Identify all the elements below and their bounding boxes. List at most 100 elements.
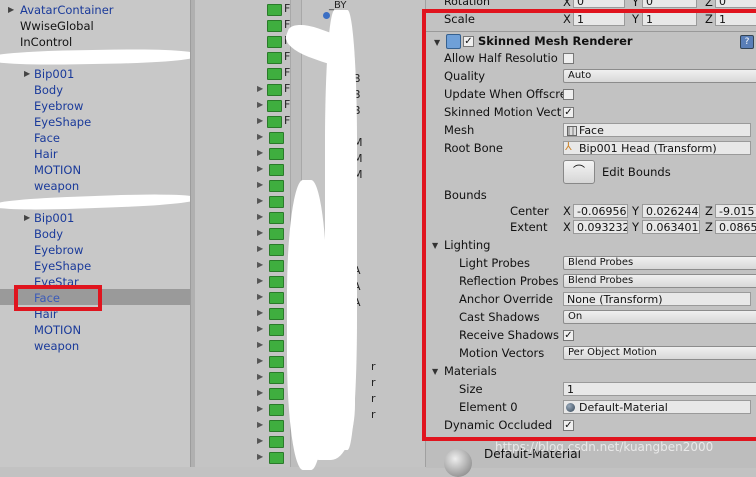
hierarchy-item-label: weapon xyxy=(34,339,80,353)
folder-expand-arrow-icon[interactable]: ▶ xyxy=(257,132,263,141)
axis-z-label: Z xyxy=(705,0,713,9)
folder-icon[interactable] xyxy=(267,20,282,32)
hierarchy-item-motion[interactable]: MOTION xyxy=(0,162,190,178)
folder-icon[interactable] xyxy=(269,244,284,256)
folder-expand-arrow-icon[interactable]: ▶ xyxy=(257,164,263,173)
folder-icon[interactable] xyxy=(269,196,284,208)
hierarchy-item-eyebrow[interactable]: Eyebrow xyxy=(0,242,190,258)
folder-expand-arrow-icon[interactable]: ▶ xyxy=(257,180,263,189)
folder-icon[interactable] xyxy=(269,228,284,240)
fold-arrow-icon[interactable]: ▶ xyxy=(24,210,30,226)
hierarchy-item-body[interactable]: Body xyxy=(0,226,190,242)
folder-icon[interactable] xyxy=(269,276,284,288)
folder-icon[interactable] xyxy=(267,116,282,128)
hierarchy-item-label: Face xyxy=(34,131,61,145)
folder-expand-arrow-icon[interactable]: ▶ xyxy=(257,84,263,93)
folder-expand-arrow-icon[interactable]: ▶ xyxy=(257,324,263,333)
hierarchy-item-label: Body xyxy=(34,227,64,241)
folder-expand-arrow-icon[interactable]: ▶ xyxy=(257,276,263,285)
folder-expand-arrow-icon[interactable]: ▶ xyxy=(257,100,263,109)
asset-dot-icon xyxy=(323,12,330,19)
folder-expand-arrow-icon[interactable]: ▶ xyxy=(257,228,263,237)
folder-expand-arrow-icon[interactable]: ▶ xyxy=(257,244,263,253)
rotation-y-field[interactable]: 0 xyxy=(642,0,697,8)
fold-arrow-icon[interactable]: ▶ xyxy=(24,66,30,82)
hierarchy-item-avatarcontainer[interactable]: ▶ AvatarContainer xyxy=(0,2,190,18)
folder-expand-arrow-icon[interactable]: ▶ xyxy=(257,148,263,157)
folder-icon[interactable] xyxy=(269,180,284,192)
folder-label: F xyxy=(284,98,291,111)
hierarchy-item-wwiseglobal[interactable]: WwiseGlobal xyxy=(0,18,190,34)
folder-expand-arrow-icon[interactable]: ▶ xyxy=(257,404,263,413)
folder-icon[interactable] xyxy=(269,404,284,416)
hierarchy-item-body[interactable]: Body xyxy=(0,82,190,98)
folder-icon[interactable] xyxy=(269,132,284,144)
folder-icon[interactable] xyxy=(267,68,282,80)
hierarchy-item-bip001[interactable]: ▶ Bip001 xyxy=(0,66,190,82)
hierarchy-item-eyeshape[interactable]: EyeShape xyxy=(0,114,190,130)
project-file-label: r xyxy=(371,376,376,389)
rotation-z-field[interactable]: 0 xyxy=(715,0,756,8)
folder-icon[interactable] xyxy=(269,388,284,400)
folder-icon[interactable] xyxy=(269,260,284,272)
folder-icon[interactable] xyxy=(269,420,284,432)
folder-icon[interactable] xyxy=(267,84,282,96)
folder-expand-arrow-icon[interactable]: ▶ xyxy=(257,116,263,125)
folder-icon[interactable] xyxy=(269,340,284,352)
redaction-scribble xyxy=(0,192,196,212)
fold-arrow-icon[interactable]: ▶ xyxy=(8,2,14,18)
hierarchy-item-face[interactable]: Face xyxy=(0,130,190,146)
hierarchy-item-label: Body xyxy=(34,83,64,97)
folder-icon[interactable] xyxy=(269,324,284,336)
hierarchy-item-bip001[interactable]: ▶ Bip001 xyxy=(0,210,190,226)
project-panel: FFFFF▶F▶F▶F▶▶▶▶▶▶▶▶▶▶▶▶▶▶▶▶▶▶▶▶▶ _BY B B… xyxy=(195,0,425,470)
hierarchy-item-eyebrow[interactable]: Eyebrow xyxy=(0,98,190,114)
folder-icon[interactable] xyxy=(269,452,284,464)
folder-icon[interactable] xyxy=(269,164,284,176)
folder-expand-arrow-icon[interactable]: ▶ xyxy=(257,356,263,365)
hierarchy-item-label: Hair xyxy=(34,147,58,161)
folder-icon[interactable] xyxy=(269,356,284,368)
folder-icon[interactable] xyxy=(267,36,282,48)
folder-expand-arrow-icon[interactable]: ▶ xyxy=(257,420,263,429)
inspector-panel: Rotation X 0 Y 0 Z 0 Scale X 1 Y 1 Z 1 ▼… xyxy=(422,0,756,477)
folder-icon[interactable] xyxy=(269,292,284,304)
hierarchy-item-label: Bip001 xyxy=(34,211,75,225)
folder-expand-arrow-icon[interactable]: ▶ xyxy=(257,308,263,317)
hierarchy-item-label: weapon xyxy=(34,179,80,193)
folder-icon[interactable] xyxy=(269,212,284,224)
folder-label: F xyxy=(284,2,291,15)
folder-expand-arrow-icon[interactable]: ▶ xyxy=(257,212,263,221)
folder-icon[interactable] xyxy=(269,372,284,384)
folder-icon[interactable] xyxy=(269,436,284,448)
hierarchy-item-label: EyeShape xyxy=(34,115,92,129)
hierarchy-item-hair[interactable]: Hair xyxy=(0,146,190,162)
hierarchy-item-incontrol[interactable]: InControl xyxy=(0,34,190,50)
folder-icon[interactable] xyxy=(269,308,284,320)
folder-expand-arrow-icon[interactable]: ▶ xyxy=(257,388,263,397)
hierarchy-item-eyeshape[interactable]: EyeShape xyxy=(0,258,190,274)
folder-expand-arrow-icon[interactable]: ▶ xyxy=(257,372,263,381)
hierarchy-item-label: MOTION xyxy=(34,323,82,337)
folder-icon[interactable] xyxy=(269,148,284,160)
folder-expand-arrow-icon[interactable]: ▶ xyxy=(257,340,263,349)
folder-expand-arrow-icon[interactable]: ▶ xyxy=(257,292,263,301)
axis-x-label: X xyxy=(563,0,571,9)
folder-icon[interactable] xyxy=(267,52,282,64)
hierarchy-item-weapon[interactable]: weapon xyxy=(0,338,190,354)
folder-expand-arrow-icon[interactable]: ▶ xyxy=(257,452,263,461)
watermark-text: https://blog.csdn.net/kuangben2000 xyxy=(495,440,714,454)
redaction-scribble xyxy=(0,48,196,66)
folder-expand-arrow-icon[interactable]: ▶ xyxy=(257,436,263,445)
folder-icon[interactable] xyxy=(267,100,282,112)
folder-label: F xyxy=(284,82,291,95)
folder-expand-arrow-icon[interactable]: ▶ xyxy=(257,260,263,269)
rotation-label: Rotation xyxy=(444,0,491,8)
hierarchy-item-motion[interactable]: MOTION xyxy=(0,322,190,338)
axis-y-label: Y xyxy=(632,0,640,9)
hierarchy-item-weapon[interactable]: weapon xyxy=(0,178,190,194)
folder-label: F xyxy=(284,50,291,63)
rotation-x-field[interactable]: 0 xyxy=(573,0,625,8)
folder-icon[interactable] xyxy=(267,4,282,16)
folder-expand-arrow-icon[interactable]: ▶ xyxy=(257,196,263,205)
